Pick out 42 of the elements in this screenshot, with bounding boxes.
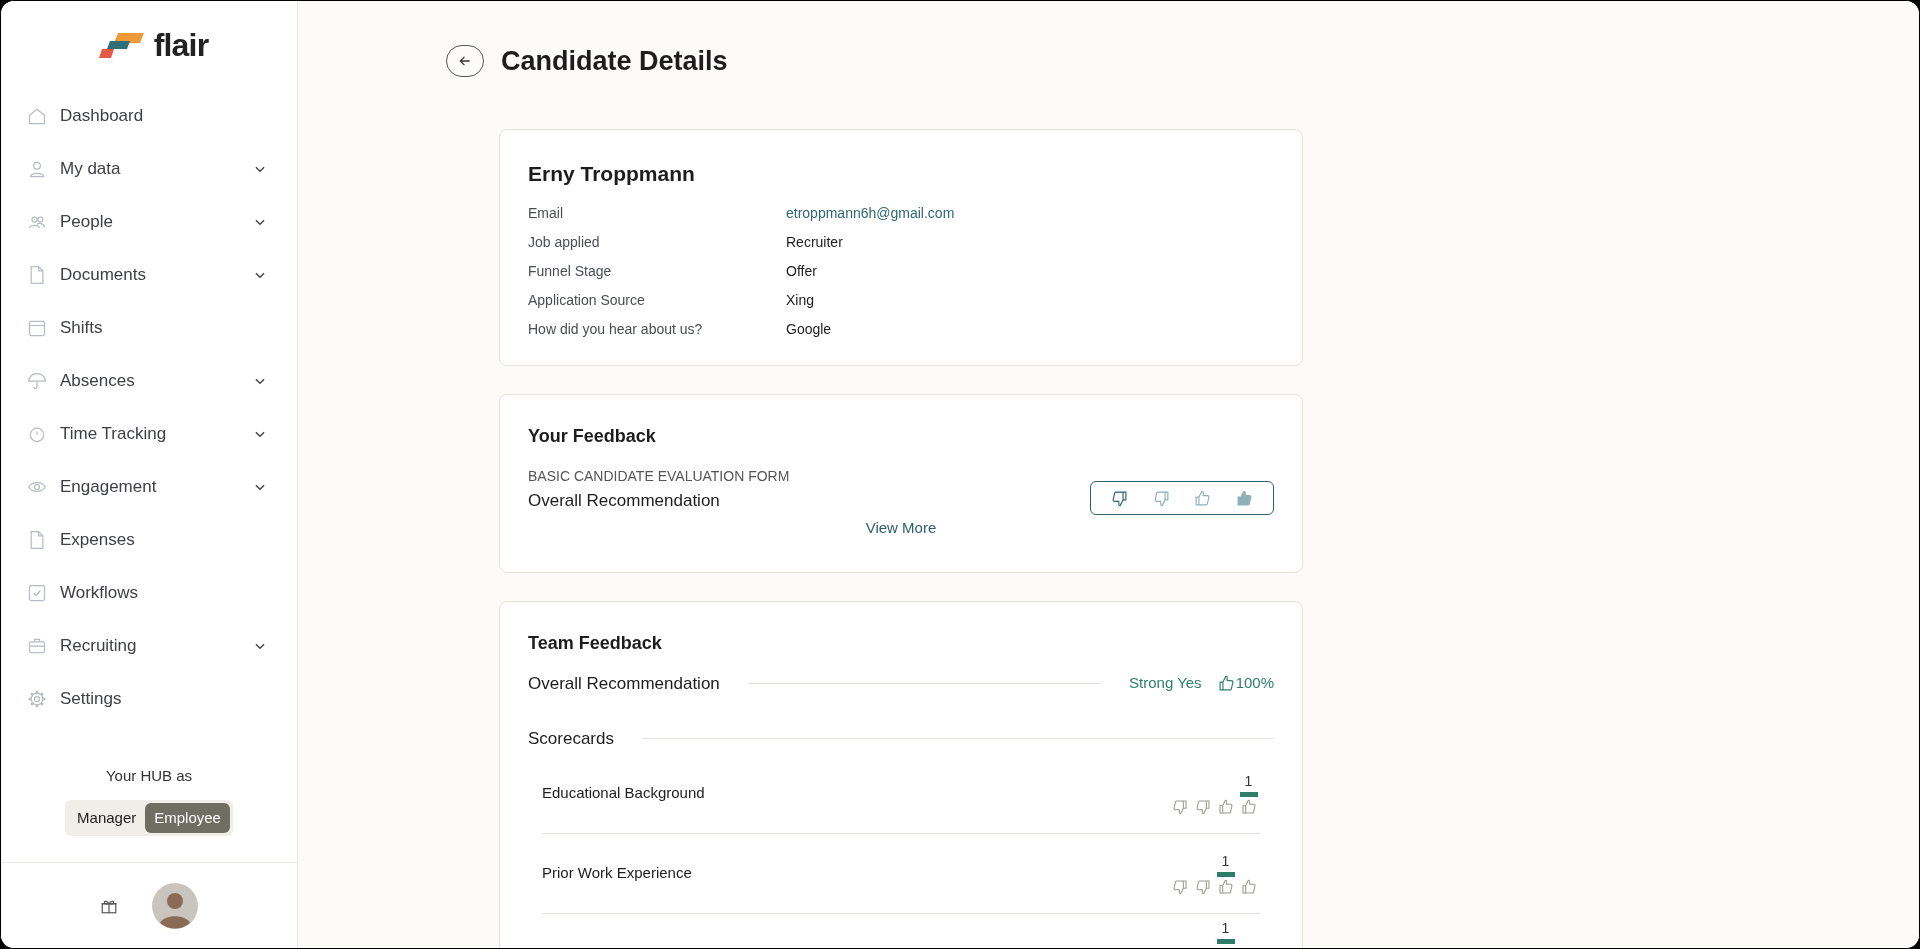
- scorecard-label: Prior Work Experience: [542, 862, 693, 883]
- candidate-name: Erny Troppmann: [528, 160, 696, 187]
- hub-label: Your HUB as: [104, 766, 194, 786]
- vote-count: 1: [1221, 853, 1230, 869]
- nav-item[interactable]: Shifts: [27, 301, 267, 354]
- nav-item[interactable]: Documents: [27, 248, 267, 301]
- role-option[interactable]: Employee: [145, 802, 230, 833]
- section-title: Team Feedback: [528, 631, 663, 655]
- role-option[interactable]: Manager: [68, 802, 146, 833]
- vote-count: 1: [1221, 919, 1230, 936]
- email-link[interactable]: etroppmann6h@gmail.com: [786, 203, 955, 223]
- nav-item[interactable]: Settings: [27, 672, 267, 725]
- page-title: Candidate Details: [501, 45, 728, 78]
- nav-item[interactable]: Time Tracking: [27, 407, 267, 460]
- nav-item[interactable]: People: [27, 195, 267, 248]
- nav-item[interactable]: Absences: [27, 354, 267, 407]
- field-value: Google: [786, 320, 832, 339]
- nav-item[interactable]: Workflows: [27, 566, 267, 619]
- field-value: Xing: [786, 291, 815, 310]
- field-label: Job applied: [528, 233, 601, 252]
- logo-text: flair: [153, 26, 209, 65]
- nav-item[interactable]: Expenses: [27, 513, 267, 566]
- nav-item[interactable]: My data: [27, 142, 267, 195]
- field-value: Recruiter: [786, 233, 843, 252]
- overall-value: Strong Yes: [1129, 673, 1202, 693]
- overall-label: Overall Recommendation: [528, 672, 720, 695]
- scorecards-label: Scorecards: [528, 728, 614, 750]
- vote-count: 1: [1244, 773, 1253, 789]
- section-title: Your Feedback: [528, 425, 657, 448]
- form-name: BASIC CANDIDATE EVALUATION FORM: [528, 467, 791, 486]
- field-label: Funnel Stage: [528, 262, 613, 281]
- nav-item[interactable]: Dashboard: [27, 89, 267, 142]
- question-label: Overall Recommendation: [528, 490, 720, 513]
- field-label: Application Source: [528, 291, 646, 310]
- field-label: Email: [528, 204, 564, 223]
- field-label: How did you hear about us?: [528, 320, 704, 339]
- scorecard-label: Educational Background: [542, 782, 706, 803]
- nav-item[interactable]: Recruiting: [27, 619, 267, 672]
- nav-item[interactable]: Engagement: [27, 460, 267, 513]
- overall-percent: 100%: [1235, 673, 1274, 693]
- view-more-link[interactable]: View More: [865, 517, 937, 540]
- field-value: Offer: [786, 262, 817, 281]
